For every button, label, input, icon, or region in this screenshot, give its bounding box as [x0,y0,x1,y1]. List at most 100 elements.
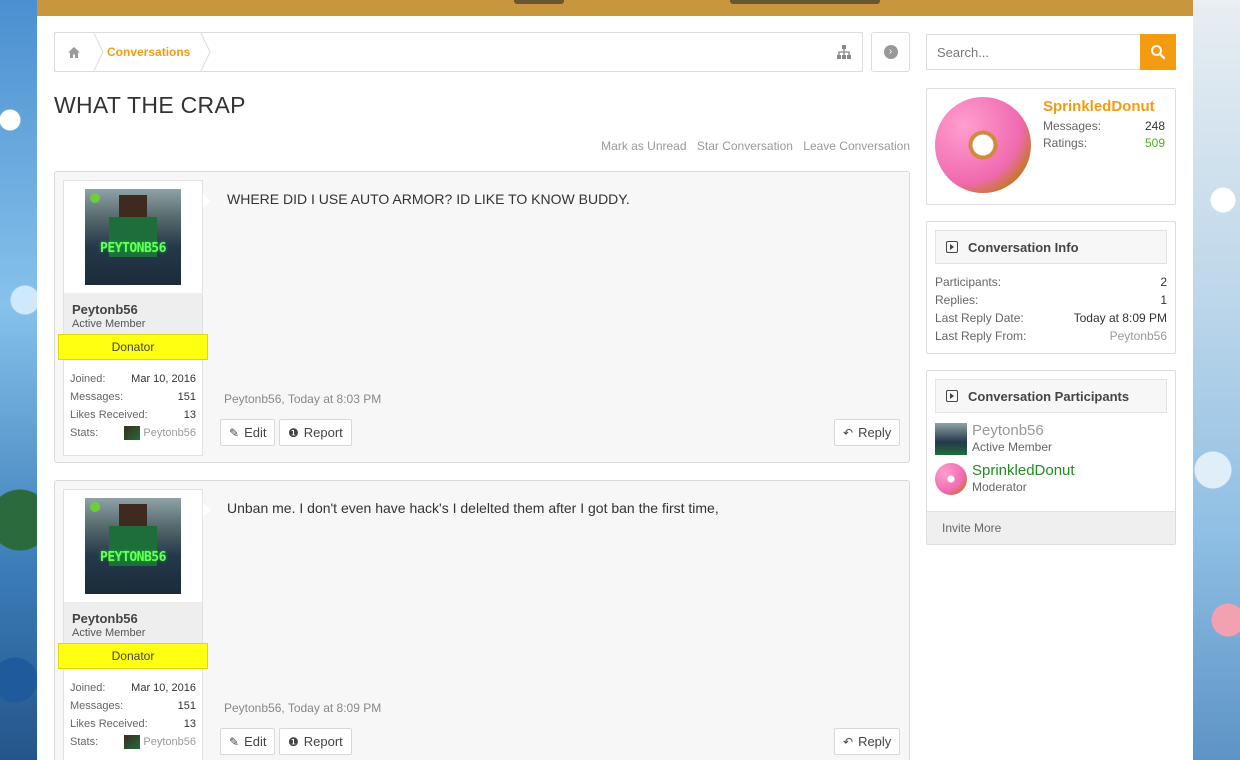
panel-header: Conversation Participants [935,379,1167,413]
stats-link[interactable]: Peytonb56 [124,424,196,442]
reply-icon: ↶ [843,425,854,440]
nav-tab[interactable] [730,0,880,4]
participant-avatar[interactable] [935,463,967,495]
mark-unread-link[interactable]: Mark as Unread [601,139,686,153]
invite-more-button[interactable]: Invite More [927,511,1175,544]
visitor-panel: SprinkledDonut Messages: 248 Ratings: 509 [926,88,1176,205]
replies-count: 1 [1160,293,1167,307]
message-meta[interactable]: Peytonb56, Today at 8:09 PM [224,701,381,715]
info-label: Replies: [935,293,979,307]
participant-title: Active Member [972,440,1053,454]
play-square-icon [946,390,958,402]
mini-avatar [124,735,141,750]
message-text: Unban me. I don't even have hack's I del… [227,500,719,516]
stat-label: Likes Received: [70,409,148,421]
visitor-messages: 248 [1144,119,1165,133]
next-conversation-button[interactable]: › [871,32,910,72]
user-stats: Joined: Mar 10, 2016 Messages: 151 Likes R… [64,370,202,442]
chevron-right-icon: › [883,45,898,59]
avatar[interactable]: PEYTONB56 [85,189,181,285]
donator-banner: Donator [58,643,208,669]
stat-label: Messages: [70,391,124,403]
message-count: 151 [177,700,196,712]
stat-label: Messages: [70,700,124,712]
participant-avatar[interactable] [935,423,967,455]
user-title: Active Member [72,318,146,330]
likes-count: 13 [183,718,196,730]
joined-date: Mar 10, 2016 [131,373,196,385]
search-icon [1151,45,1166,60]
joined-date: Mar 10, 2016 [131,682,196,694]
breadcrumb-conversations[interactable]: Conversations [107,33,190,71]
username[interactable]: Peytonb56 [72,302,194,317]
pencil-icon: ✎ [229,734,240,749]
message-meta[interactable]: Peytonb56, Today at 8:03 PM [224,392,381,406]
page-title: WHAT THE CRAP [54,92,246,118]
donator-banner: Donator [58,334,208,360]
user-card: PEYTONB56 Peytonb56 Active Member Donato… [58,180,208,456]
message-text: WHERE DID I USE AUTO ARMOR? ID LIKE TO K… [227,191,630,207]
info-label: Last Reply Date: [935,311,1024,325]
panel-header: Conversation Info [935,230,1167,264]
play-square-icon [946,241,958,253]
stat-label: Likes Received: [70,718,148,730]
pencil-icon: ✎ [229,425,240,440]
reply-button[interactable]: ↶ Reply [834,728,901,755]
avatar-logo-text: PEYTONB56 [100,550,166,565]
likes-count: 13 [183,409,196,421]
report-button[interactable]: ❶ Report [279,419,352,446]
message-count: 151 [177,391,196,403]
home-icon[interactable] [55,33,93,71]
exclamation-circle-icon: ❶ [288,425,299,440]
last-reply-date: Today at 8:09 PM [1073,311,1167,325]
username[interactable]: Peytonb56 [72,611,194,626]
participants-count: 2 [1160,275,1167,289]
user-stats: Joined: Mar 10, 2016 Messages: 151 Likes R… [64,679,202,751]
background-art-right [1193,0,1240,760]
participant-title: Moderator [972,480,1027,494]
message-arrow [203,503,211,517]
edit-button[interactable]: ✎ Edit [220,728,276,755]
breadcrumb-separator [93,33,105,71]
stat-label: Stats: [70,736,99,748]
edit-button[interactable]: ✎ Edit [220,419,276,446]
message: PEYTONB56 Peytonb56 Active Member Donato… [54,171,910,463]
participants-panel: Conversation Participants Peytonb56 Acti… [926,370,1176,545]
sitemap-icon[interactable] [836,44,852,60]
search-button[interactable] [1140,34,1176,70]
reply-button[interactable]: ↶ Reply [834,419,901,446]
background-art-left [0,0,37,760]
breadcrumb: Conversations [54,32,863,72]
stats-link[interactable]: Peytonb56 [124,733,196,751]
user-card: PEYTONB56 Peytonb56 Active Member Donato… [58,489,208,760]
stat-label: Stats: [70,427,99,439]
search-input[interactable] [926,34,1140,70]
message-arrow [203,194,211,208]
nav-tab[interactable] [514,0,564,4]
participant-name[interactable]: Peytonb56 [972,422,1044,439]
mini-avatar [124,426,141,441]
top-navigation-bar [37,0,1193,16]
visitor-avatar[interactable] [935,97,1031,193]
info-label: Participants: [935,275,1002,289]
participant-name[interactable]: SprinkledDonut [972,462,1075,479]
exclamation-circle-icon: ❶ [288,734,299,749]
stat-label: Ratings: [1043,136,1088,150]
visitor-ratings[interactable]: 509 [1145,136,1165,150]
report-button[interactable]: ❶ Report [279,728,352,755]
stat-label: Joined: [70,373,106,385]
leave-conversation-link[interactable]: Leave Conversation [803,139,910,153]
breadcrumb-separator [200,33,212,71]
visitor-name[interactable]: SprinkledDonut [1043,98,1155,115]
stat-label: Joined: [70,682,106,694]
user-title: Active Member [72,627,146,639]
message: PEYTONB56 Peytonb56 Active Member Donato… [54,480,910,760]
online-indicator [90,502,100,512]
avatar[interactable]: PEYTONB56 [85,498,181,594]
star-conversation-link[interactable]: Star Conversation [697,139,793,153]
info-label: Last Reply From: [935,329,1027,343]
last-reply-from[interactable]: Peytonb56 [1110,329,1167,343]
avatar-logo-text: PEYTONB56 [100,241,166,256]
online-indicator [90,193,100,203]
reply-icon: ↶ [843,734,854,749]
